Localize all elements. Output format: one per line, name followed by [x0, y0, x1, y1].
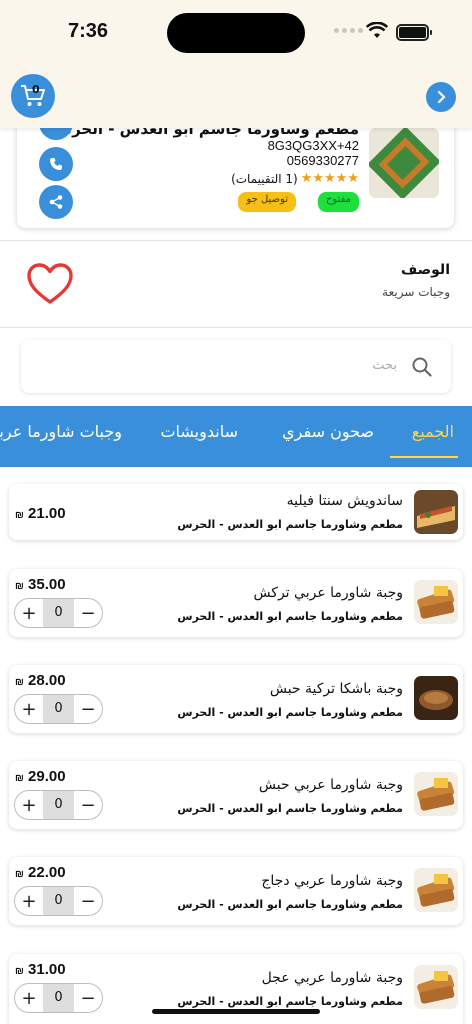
dynamic-island — [167, 13, 305, 53]
currency-symbol: ₪ — [15, 773, 24, 784]
chevron-right-icon — [437, 90, 446, 104]
quantity-value: 0 — [43, 984, 74, 1012]
search-icon — [412, 357, 432, 377]
rating: ★★★★★ (1 التقييمات) — [231, 171, 359, 186]
search-placeholder: بحث — [372, 358, 397, 373]
plus-code: 8G3QG3XX+42 — [267, 138, 359, 153]
item-restaurant: مطعم وشاورما جاسم ابو العدس - الحرس — [177, 995, 403, 1008]
increment-button[interactable]: + — [15, 699, 43, 720]
phone-icon — [50, 158, 62, 170]
currency-symbol: ₪ — [15, 581, 24, 592]
item-name: وجبة شاورما عربي عجل — [261, 970, 403, 986]
divider — [0, 240, 472, 241]
item-price: ₪ 28.00 — [15, 672, 66, 689]
wifi-icon — [366, 22, 388, 38]
tab-sandwiches[interactable]: ساندويشات — [160, 422, 238, 441]
price-value: 21.00 — [28, 505, 66, 522]
share-button[interactable] — [39, 185, 73, 219]
item-image — [414, 676, 458, 720]
quantity-value: 0 — [43, 791, 74, 819]
currency-symbol: ₪ — [15, 869, 24, 880]
price-value: 35.00 — [28, 576, 66, 593]
decrement-button[interactable]: − — [74, 699, 102, 720]
item-price: ₪ 29.00 — [15, 768, 66, 785]
currency-symbol: ₪ — [15, 677, 24, 688]
cart-count: 0 — [32, 83, 40, 96]
share-icon — [49, 195, 63, 209]
quantity-value: 0 — [43, 695, 74, 723]
phone-number: 0569330277 — [286, 153, 359, 168]
item-image — [414, 490, 458, 534]
menu-item[interactable]: وجبة شاورما عربي تركش مطعم وشاورما جاسم … — [9, 569, 463, 637]
signal-icon — [334, 28, 363, 33]
item-image — [414, 868, 458, 912]
home-indicator[interactable] — [152, 1009, 320, 1014]
back-button[interactable] — [426, 82, 456, 112]
price-value: 31.00 — [28, 961, 66, 978]
item-restaurant: مطعم وشاورما جاسم ابو العدس - الحرس — [177, 610, 403, 623]
quantity-stepper: + 0 − — [14, 886, 103, 916]
divider — [0, 327, 472, 328]
item-restaurant: مطعم وشاورما جاسم ابو العدس - الحرس — [177, 898, 403, 911]
description-text: وجبات سريعة — [382, 285, 450, 299]
item-price: ₪ 31.00 — [15, 961, 66, 978]
item-price: ₪ 35.00 — [15, 576, 66, 593]
item-restaurant: مطعم وشاورما جاسم ابو العدس - الحرس — [177, 706, 403, 719]
quantity-value: 0 — [43, 599, 74, 627]
status-bar: 7:36 — [0, 0, 472, 66]
item-restaurant: مطعم وشاورما جاسم ابو العدس - الحرس — [177, 518, 403, 531]
favorite-heart-icon[interactable] — [26, 262, 74, 306]
quantity-stepper: + 0 − — [14, 790, 103, 820]
menu-item[interactable]: وجبة شاورما عربي دجاج مطعم وشاورما جاسم … — [9, 857, 463, 925]
battery-icon — [396, 24, 432, 41]
menu-item[interactable]: وجبة شاورما عربي حبش مطعم وشاورما جاسم ا… — [9, 761, 463, 829]
item-image — [414, 965, 458, 1009]
item-restaurant: مطعم وشاورما جاسم ابو العدس - الحرس — [177, 802, 403, 815]
menu-item[interactable]: ساندويش سنتا فيليه مطعم وشاورما جاسم ابو… — [9, 484, 463, 540]
decrement-button[interactable]: − — [74, 891, 102, 912]
tab-all[interactable]: الجميع — [412, 422, 454, 441]
increment-button[interactable]: + — [15, 603, 43, 624]
menu-item[interactable]: وجبة باشكا تركية حبش مطعم وشاورما جاسم ا… — [9, 665, 463, 733]
search-input[interactable]: بحث — [21, 340, 451, 393]
restaurant-logo — [369, 128, 439, 198]
item-name: ساندويش سنتا فيليه — [286, 493, 403, 509]
currency-symbol: ₪ — [15, 966, 24, 977]
quantity-value: 0 — [43, 887, 74, 915]
quantity-stepper: + 0 − — [14, 983, 103, 1013]
item-image — [414, 772, 458, 816]
increment-button[interactable]: + — [15, 891, 43, 912]
price-value: 28.00 — [28, 672, 66, 689]
active-tab-indicator — [390, 456, 458, 458]
increment-button[interactable]: + — [15, 988, 43, 1009]
item-name: وجبة شاورما عربي حبش — [258, 777, 403, 793]
decrement-button[interactable]: − — [74, 795, 102, 816]
item-price: ₪ 22.00 — [15, 864, 66, 881]
decrement-button[interactable]: − — [74, 603, 102, 624]
quantity-stepper: + 0 − — [14, 598, 103, 628]
item-name: وجبة باشكا تركية حبش — [269, 681, 403, 697]
item-name: وجبة شاورما عربي دجاج — [261, 873, 403, 889]
delivery-badge: توصيل جو — [238, 192, 296, 212]
price-value: 29.00 — [28, 768, 66, 785]
item-name: وجبة شاورما عربي تركش — [253, 585, 403, 601]
rating-stars: ★★★★★ — [300, 171, 359, 186]
price-value: 22.00 — [28, 864, 66, 881]
top-bar: 0 — [0, 66, 472, 128]
cart-button[interactable]: 0 — [11, 74, 55, 118]
open-status-badge: مفتوح — [317, 192, 359, 212]
tab-shawarma-meals[interactable]: وجبات شاورما عربي — [0, 422, 122, 441]
description-title: الوصف — [400, 262, 450, 278]
rating-count: (1 التقييمات) — [231, 171, 298, 186]
increment-button[interactable]: + — [15, 795, 43, 816]
call-button[interactable] — [39, 147, 73, 181]
status-time: 7:36 — [68, 20, 109, 42]
quantity-stepper: + 0 − — [14, 694, 103, 724]
item-price: ₪ 21.00 — [15, 505, 66, 522]
category-tabs: الجميع صحون سفري ساندويشات وجبات شاورما … — [0, 406, 472, 467]
item-image — [414, 580, 458, 624]
tab-takeaway-plates[interactable]: صحون سفري — [282, 422, 374, 441]
currency-symbol: ₪ — [15, 510, 24, 521]
decrement-button[interactable]: − — [74, 988, 102, 1009]
